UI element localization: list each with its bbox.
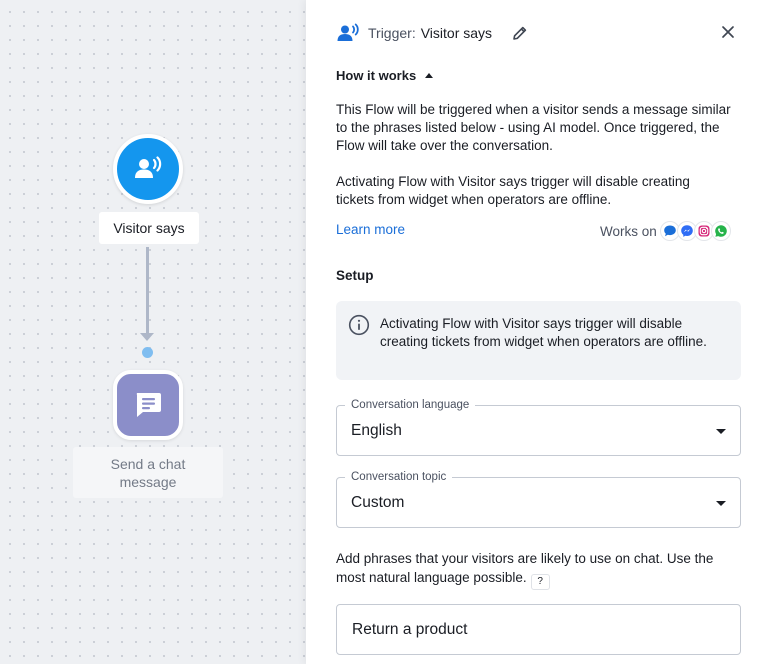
works-on-label: Works on [600, 223, 657, 239]
info-icon [348, 314, 370, 336]
close-icon[interactable] [720, 24, 736, 40]
conversation-language-select[interactable]: Conversation language English [336, 397, 741, 456]
chevron-down-icon [716, 501, 726, 506]
whatsapp-icon [710, 221, 731, 241]
works-on-channels: Works on [600, 221, 731, 241]
setup-title: Setup [336, 268, 374, 283]
trigger-node-label[interactable]: Visitor says [99, 212, 199, 244]
learn-more-link[interactable]: Learn more [336, 222, 405, 237]
connector-arrow [140, 333, 154, 341]
trigger-title: Visitor says [420, 25, 493, 41]
conversation-language-label: Conversation language [345, 397, 476, 413]
conversation-language-value: English [351, 422, 402, 439]
how-it-works-title: How it works [336, 68, 417, 83]
trigger-node[interactable] [113, 134, 183, 204]
conversation-topic-value: Custom [351, 494, 405, 511]
phrases-help-label: Add phrases that your visitors are likel… [336, 551, 714, 585]
trigger-settings-panel: Trigger: Visitor says How it works This … [306, 0, 768, 664]
info-callout-text: Activating Flow with Visitor says trigge… [380, 316, 707, 349]
phrase-input-value: Return a product [352, 621, 468, 638]
speaking-person-icon [337, 23, 359, 41]
action-node-label[interactable]: Send a chat message [73, 447, 223, 498]
trigger-prefix: Trigger: [368, 25, 416, 41]
panel-header: Trigger: Visitor says [336, 22, 529, 44]
info-callout: Activating Flow with Visitor says trigge… [336, 301, 741, 380]
chevron-down-icon [716, 429, 726, 434]
chat-message-icon [136, 393, 161, 417]
how-it-works-description: This Flow will be triggered when a visit… [336, 102, 731, 153]
connector-handle[interactable] [142, 347, 153, 358]
how-it-works-toggle[interactable]: How it works [336, 68, 434, 83]
connector-line [146, 247, 149, 335]
conversation-topic-label: Conversation topic [345, 469, 453, 485]
phrases-help-text: Add phrases that your visitors are likel… [336, 549, 746, 590]
action-node[interactable] [113, 370, 183, 440]
pencil-icon[interactable] [511, 24, 529, 42]
phrase-input[interactable]: Return a product [336, 604, 741, 655]
help-tooltip-button[interactable]: ? [530, 574, 550, 590]
flow-canvas[interactable]: Visitor says Send a chat message [0, 0, 306, 664]
conversation-topic-select[interactable]: Conversation topic Custom [336, 469, 741, 528]
speaking-person-icon [135, 156, 162, 178]
caret-up-icon [425, 73, 434, 78]
how-it-works-warning: Activating Flow with Visitor says trigge… [336, 174, 690, 207]
